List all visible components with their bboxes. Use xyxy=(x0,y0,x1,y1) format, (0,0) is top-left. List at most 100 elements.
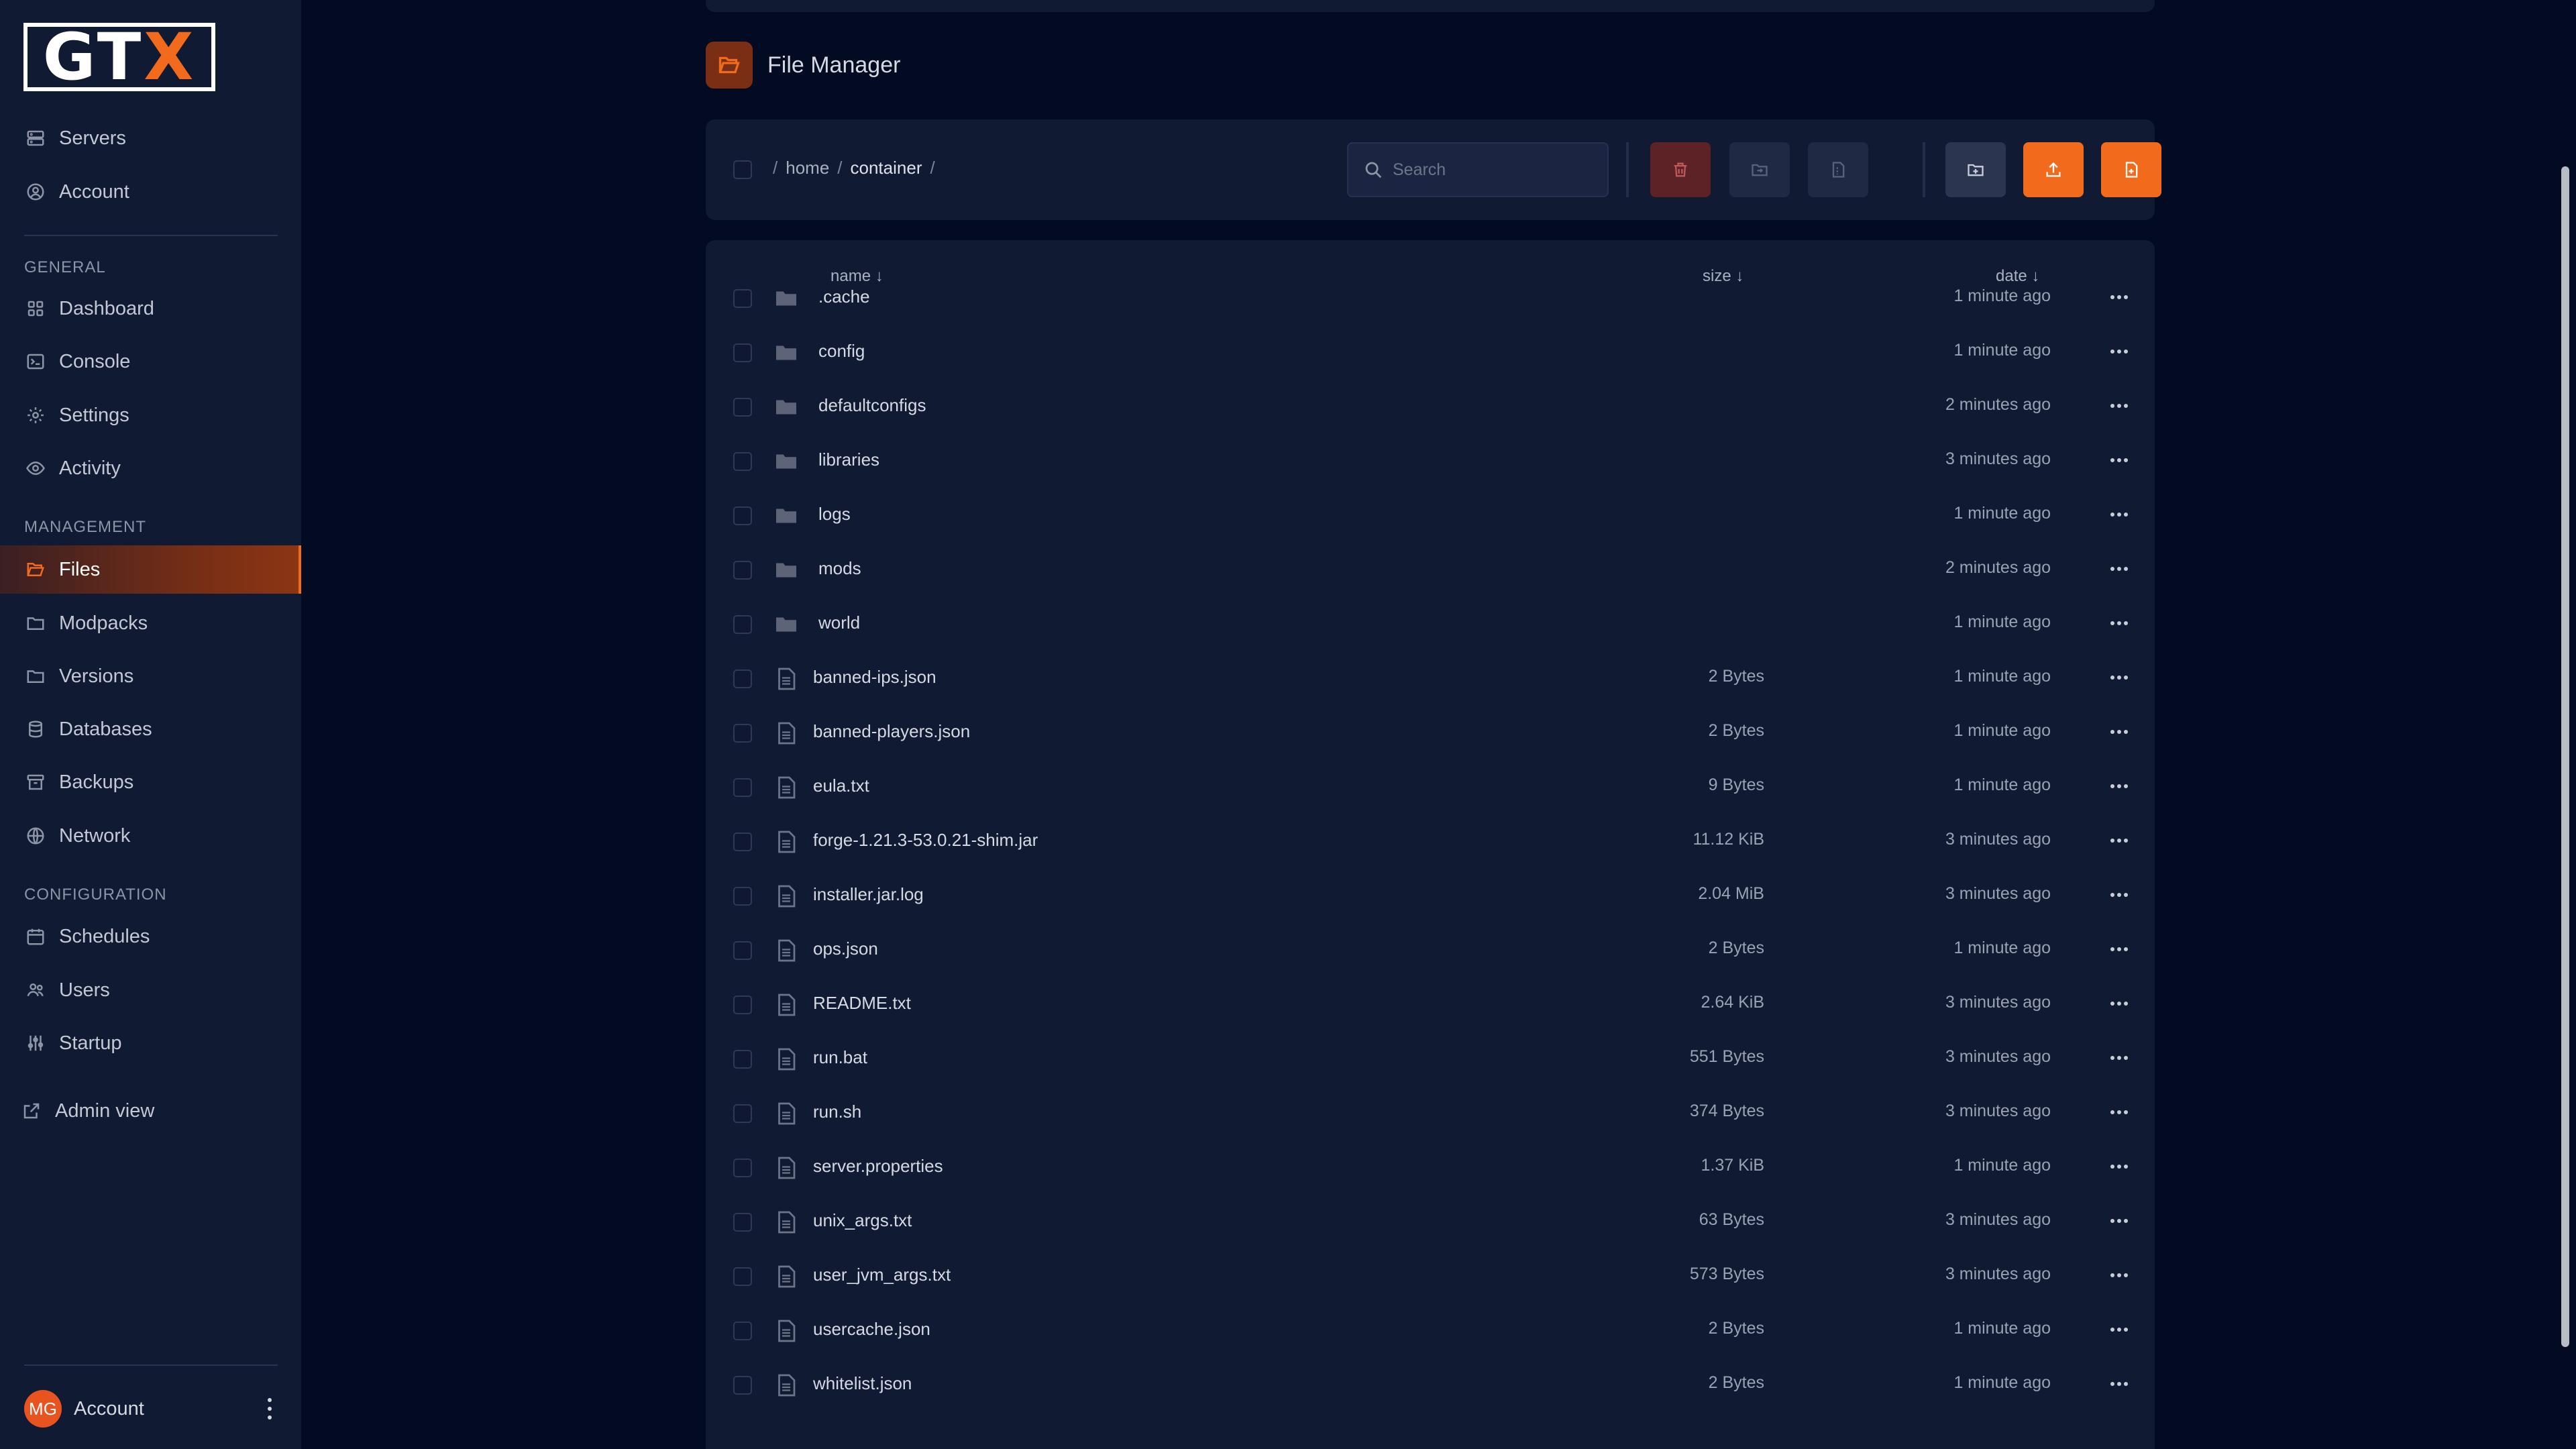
file-name[interactable]: run.bat xyxy=(813,1047,867,1068)
scrollbar[interactable] xyxy=(2561,166,2569,1347)
table-row[interactable]: .cache 1 minute ago xyxy=(706,272,2155,326)
more-options-icon[interactable] xyxy=(2110,453,2128,467)
more-options-icon[interactable] xyxy=(2110,1051,2128,1065)
row-checkbox[interactable] xyxy=(733,1267,752,1286)
search-input[interactable]: Search xyxy=(1347,142,1609,197)
account-menu[interactable]: MG Account xyxy=(24,1390,278,1428)
file-name[interactable]: world xyxy=(818,612,860,633)
upload-button[interactable] xyxy=(2023,142,2084,197)
table-row[interactable]: usercache.json 2 Bytes 1 minute ago xyxy=(706,1304,2155,1358)
new-file-button[interactable] xyxy=(2101,142,2161,197)
row-checkbox[interactable] xyxy=(733,1213,752,1232)
sidebar-item-account[interactable]: Account xyxy=(0,168,301,216)
table-row[interactable]: server.properties 1.37 KiB 1 minute ago xyxy=(706,1141,2155,1195)
file-name[interactable]: config xyxy=(818,341,865,362)
table-row[interactable]: mods 2 minutes ago xyxy=(706,543,2155,598)
table-row[interactable]: banned-ips.json 2 Bytes 1 minute ago xyxy=(706,652,2155,706)
table-row[interactable]: run.bat 551 Bytes 3 minutes ago xyxy=(706,1032,2155,1087)
sidebar-item-files[interactable]: Files xyxy=(0,545,301,594)
table-row[interactable]: unix_args.txt 63 Bytes 3 minutes ago xyxy=(706,1195,2155,1250)
file-name[interactable]: whitelist.json xyxy=(813,1373,912,1394)
file-name[interactable]: server.properties xyxy=(813,1156,943,1177)
row-checkbox[interactable] xyxy=(733,1376,752,1395)
row-checkbox[interactable] xyxy=(733,724,752,743)
file-name[interactable]: logs xyxy=(818,504,851,525)
row-checkbox[interactable] xyxy=(733,452,752,471)
more-options-icon[interactable] xyxy=(2110,780,2128,793)
more-options-icon[interactable] xyxy=(2110,1323,2128,1336)
table-row[interactable]: banned-players.json 2 Bytes 1 minute ago xyxy=(706,706,2155,761)
file-name[interactable]: banned-players.json xyxy=(813,721,970,742)
row-checkbox[interactable] xyxy=(733,996,752,1014)
select-all-checkbox[interactable] xyxy=(733,160,752,179)
row-checkbox[interactable] xyxy=(733,343,752,362)
move-button[interactable] xyxy=(1729,142,1790,197)
breadcrumb-home[interactable]: home xyxy=(786,158,829,178)
table-row[interactable]: user_jvm_args.txt 573 Bytes 3 minutes ago xyxy=(706,1250,2155,1304)
file-name[interactable]: user_jvm_args.txt xyxy=(813,1265,951,1285)
table-row[interactable]: libraries 3 minutes ago xyxy=(706,435,2155,489)
row-checkbox[interactable] xyxy=(733,561,752,580)
sidebar-item-backups[interactable]: Backups xyxy=(0,758,301,806)
sidebar-item-console[interactable]: Console xyxy=(0,337,301,386)
sidebar-item-servers[interactable]: Servers xyxy=(0,114,301,162)
file-name[interactable]: forge-1.21.3-53.0.21-shim.jar xyxy=(813,830,1038,851)
table-row[interactable]: defaultconfigs 2 minutes ago xyxy=(706,380,2155,435)
file-name[interactable]: defaultconfigs xyxy=(818,395,926,416)
gtx-logo[interactable]: GT X xyxy=(23,23,215,91)
archive-button[interactable] xyxy=(1808,142,1868,197)
file-name[interactable]: ops.json xyxy=(813,938,878,959)
more-options-icon[interactable] xyxy=(2110,888,2128,902)
avatar[interactable]: MG xyxy=(24,1390,62,1428)
sidebar-item-schedules[interactable]: Schedules xyxy=(0,912,301,961)
table-row[interactable]: installer.jar.log 2.04 MiB 3 minutes ago xyxy=(706,869,2155,924)
row-checkbox[interactable] xyxy=(733,398,752,417)
file-name[interactable]: usercache.json xyxy=(813,1319,930,1340)
delete-button[interactable] xyxy=(1650,142,1711,197)
file-name[interactable]: README.txt xyxy=(813,993,911,1014)
row-checkbox[interactable] xyxy=(733,1104,752,1123)
file-name[interactable]: .cache xyxy=(818,286,870,307)
file-name[interactable]: libraries xyxy=(818,449,879,470)
kebab-menu-icon[interactable] xyxy=(262,1395,278,1422)
table-row[interactable]: config 1 minute ago xyxy=(706,326,2155,380)
more-options-icon[interactable] xyxy=(2110,290,2128,304)
row-checkbox[interactable] xyxy=(733,833,752,851)
sidebar-item-databases[interactable]: Databases xyxy=(0,705,301,753)
admin-view-link[interactable]: Admin view xyxy=(0,1087,301,1135)
more-options-icon[interactable] xyxy=(2110,725,2128,739)
row-checkbox[interactable] xyxy=(733,1159,752,1177)
table-row[interactable]: forge-1.21.3-53.0.21-shim.jar 11.12 KiB 3 … xyxy=(706,815,2155,869)
table-row[interactable]: logs 1 minute ago xyxy=(706,489,2155,543)
file-name[interactable]: eula.txt xyxy=(813,775,869,796)
row-checkbox[interactable] xyxy=(733,289,752,308)
sidebar-item-dashboard[interactable]: Dashboard xyxy=(0,284,301,333)
more-options-icon[interactable] xyxy=(2110,1106,2128,1119)
more-options-icon[interactable] xyxy=(2110,1377,2128,1391)
sidebar-item-versions[interactable]: Versions xyxy=(0,652,301,700)
more-options-icon[interactable] xyxy=(2110,399,2128,413)
table-row[interactable]: eula.txt 9 Bytes 1 minute ago xyxy=(706,761,2155,815)
more-options-icon[interactable] xyxy=(2110,671,2128,684)
sidebar-item-settings[interactable]: Settings xyxy=(0,391,301,439)
more-options-icon[interactable] xyxy=(2110,562,2128,576)
file-name[interactable]: unix_args.txt xyxy=(813,1210,912,1231)
table-row[interactable]: README.txt 2.64 KiB 3 minutes ago xyxy=(706,978,2155,1032)
table-row[interactable]: ops.json 2 Bytes 1 minute ago xyxy=(706,924,2155,978)
row-checkbox[interactable] xyxy=(733,778,752,797)
more-options-icon[interactable] xyxy=(2110,345,2128,358)
file-name[interactable]: installer.jar.log xyxy=(813,884,924,905)
more-options-icon[interactable] xyxy=(2110,1214,2128,1228)
new-folder-button[interactable] xyxy=(1945,142,2006,197)
more-options-icon[interactable] xyxy=(2110,834,2128,847)
row-checkbox[interactable] xyxy=(733,669,752,688)
file-name[interactable]: banned-ips.json xyxy=(813,667,936,688)
file-name[interactable]: mods xyxy=(818,558,861,579)
row-checkbox[interactable] xyxy=(733,887,752,906)
more-options-icon[interactable] xyxy=(2110,508,2128,521)
row-checkbox[interactable] xyxy=(733,1322,752,1340)
more-options-icon[interactable] xyxy=(2110,943,2128,956)
more-options-icon[interactable] xyxy=(2110,1269,2128,1282)
table-row[interactable]: run.sh 374 Bytes 3 minutes ago xyxy=(706,1087,2155,1141)
more-options-icon[interactable] xyxy=(2110,616,2128,630)
